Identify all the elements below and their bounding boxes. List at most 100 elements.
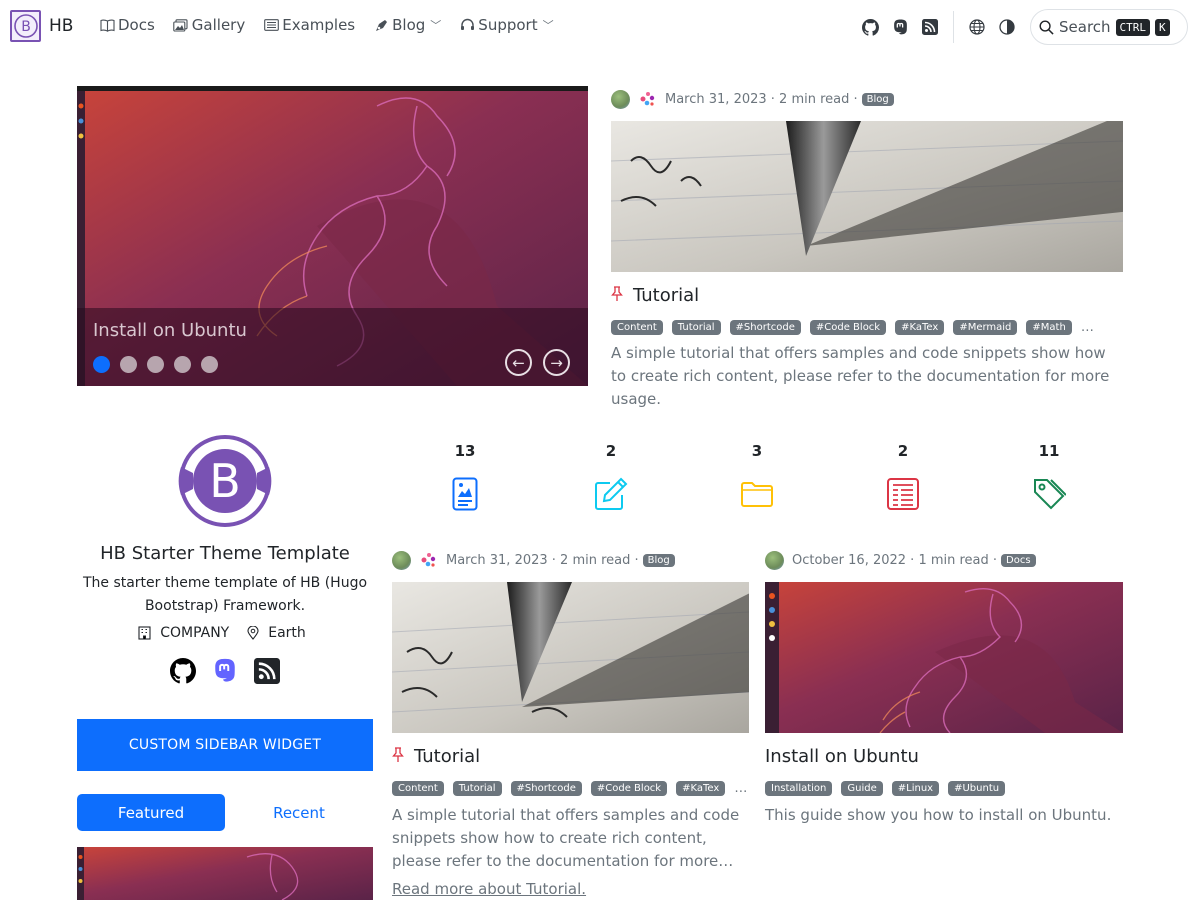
nav-right: Search CTRL K bbox=[855, 0, 1200, 54]
tab-recent[interactable]: Recent bbox=[225, 794, 373, 831]
carousel-slide-title: Install on Ubuntu bbox=[93, 320, 247, 341]
search-button[interactable]: Search CTRL K bbox=[1030, 9, 1188, 45]
svg-text:B: B bbox=[21, 19, 31, 35]
author-logo-icon bbox=[419, 551, 438, 570]
tag[interactable]: #Mermaid bbox=[953, 320, 1018, 335]
globe-icon[interactable] bbox=[962, 12, 992, 42]
tag[interactable]: #Ubuntu bbox=[948, 781, 1006, 796]
tag[interactable]: #Code Block bbox=[809, 320, 887, 335]
support-icon bbox=[459, 17, 475, 33]
stat-series[interactable]: 2 bbox=[873, 442, 933, 512]
carousel-next-button[interactable]: → bbox=[543, 349, 570, 376]
category-badge[interactable]: Blog bbox=[642, 554, 675, 567]
nav-docs[interactable]: Docs bbox=[99, 16, 155, 34]
post-date: October 16, 2022 · 1 min read · bbox=[792, 553, 998, 568]
featured-post-title[interactable]: Tutorial bbox=[611, 285, 699, 306]
post-title[interactable]: Install on Ubuntu bbox=[765, 746, 919, 767]
tag[interactable]: #KaTex bbox=[676, 781, 726, 796]
rss-icon[interactable] bbox=[253, 657, 281, 685]
images-icon bbox=[173, 17, 189, 33]
carousel-indicators bbox=[93, 356, 228, 373]
brand-logo-icon: B bbox=[10, 10, 41, 42]
tag[interactable]: Content bbox=[611, 320, 663, 335]
tag[interactable]: #Math bbox=[1026, 320, 1072, 335]
tag[interactable]: #Shortcode bbox=[729, 320, 801, 335]
theme-toggle-icon[interactable] bbox=[992, 12, 1022, 42]
sidebar-post-image[interactable] bbox=[77, 847, 373, 900]
carousel-indicator[interactable] bbox=[147, 356, 164, 373]
carousel-indicator[interactable] bbox=[201, 356, 218, 373]
nav-gallery-label: Gallery bbox=[191, 16, 246, 34]
posts-icon bbox=[447, 476, 483, 512]
mastodon-icon[interactable] bbox=[211, 657, 239, 685]
search-icon bbox=[1039, 20, 1054, 35]
ubuntu-wallpaper-image bbox=[77, 847, 373, 900]
sidebar-tabs: Featured Recent bbox=[77, 794, 373, 831]
tag[interactable]: #Code Block bbox=[590, 781, 668, 796]
profile-name: HB Starter Theme Template bbox=[100, 543, 350, 564]
nav-gallery[interactable]: Gallery bbox=[173, 16, 245, 34]
carousel-indicator[interactable] bbox=[120, 356, 137, 373]
nav-support[interactable]: Support ﹀ bbox=[459, 16, 554, 34]
nav-examples[interactable]: Examples bbox=[263, 16, 355, 34]
profile-location: Earth bbox=[247, 625, 312, 641]
profile-logo-icon: B bbox=[177, 433, 273, 529]
tag[interactable]: #KaTex bbox=[895, 320, 945, 335]
stat-count: 2 bbox=[897, 442, 909, 460]
stat-count: 2 bbox=[605, 442, 617, 460]
tag[interactable]: #Linux bbox=[891, 781, 940, 796]
pin-icon bbox=[611, 285, 623, 306]
top-navbar: B HB Docs Gallery Examples Blog ﹀ Suppor… bbox=[0, 0, 1200, 54]
shortcut-key: K bbox=[1155, 18, 1170, 36]
profile-info: COMPANY Earth bbox=[77, 625, 373, 641]
post-image[interactable] bbox=[765, 582, 1123, 733]
building-icon bbox=[138, 626, 151, 640]
tag[interactable]: Content bbox=[392, 781, 444, 796]
post-summary: This guide show you how to install on Ub… bbox=[765, 806, 1112, 824]
category-badge[interactable]: Docs bbox=[1001, 554, 1036, 567]
more-tags: … bbox=[1080, 320, 1094, 335]
post-date: March 31, 2023 · 2 min read · bbox=[665, 92, 858, 107]
tab-featured[interactable]: Featured bbox=[77, 794, 225, 831]
stat-count: 3 bbox=[751, 442, 763, 460]
carousel-indicator[interactable] bbox=[174, 356, 191, 373]
stat-posts[interactable]: 13 bbox=[435, 442, 495, 512]
post-summary-line: snippets show how to create rich content… bbox=[392, 829, 707, 847]
nav-divider bbox=[953, 11, 954, 43]
post-title[interactable]: Tutorial bbox=[392, 746, 480, 767]
carousel-indicator[interactable] bbox=[93, 356, 110, 373]
nav-blog[interactable]: Blog ﹀ bbox=[373, 16, 441, 34]
brand[interactable]: B HB bbox=[10, 10, 73, 42]
github-icon[interactable] bbox=[855, 12, 885, 42]
hero-carousel[interactable]: Install on Ubuntu ← → bbox=[77, 86, 588, 386]
featured-post-tags: Content Tutorial #Shortcode #Code Block … bbox=[611, 320, 1094, 335]
post-tags: Installation Guide #Linux #Ubuntu bbox=[765, 781, 1014, 796]
more-tags: … bbox=[734, 781, 748, 796]
pencil-square-icon bbox=[593, 476, 629, 512]
author-avatar bbox=[392, 551, 411, 570]
pen-nib-image bbox=[611, 121, 1123, 272]
post-date: March 31, 2023 · 2 min read · bbox=[446, 553, 639, 568]
tag[interactable]: Tutorial bbox=[452, 781, 502, 796]
stat-categories[interactable]: 3 bbox=[727, 442, 787, 512]
tag[interactable]: #Shortcode bbox=[510, 781, 582, 796]
stat-drafts[interactable]: 2 bbox=[581, 442, 641, 512]
stat-tags[interactable]: 11 bbox=[1019, 442, 1079, 512]
read-more-link[interactable]: Read more about Tutorial. bbox=[392, 880, 586, 898]
github-icon[interactable] bbox=[169, 657, 197, 685]
carousel-prev-button[interactable]: ← bbox=[505, 349, 532, 376]
tag[interactable]: Tutorial bbox=[671, 320, 721, 335]
list-icon bbox=[263, 17, 279, 33]
post-image[interactable] bbox=[392, 582, 749, 733]
rss-icon[interactable] bbox=[915, 12, 945, 42]
category-badge[interactable]: Blog bbox=[861, 93, 894, 106]
post-title-text: Tutorial bbox=[414, 746, 481, 767]
tag[interactable]: Installation bbox=[765, 781, 833, 796]
tag[interactable]: Guide bbox=[841, 781, 883, 796]
svg-text:B: B bbox=[209, 454, 241, 508]
featured-post-image[interactable] bbox=[611, 121, 1123, 272]
mastodon-icon[interactable] bbox=[885, 12, 915, 42]
author-logo-icon bbox=[638, 90, 657, 109]
custom-sidebar-widget[interactable]: CUSTOM SIDEBAR WIDGET bbox=[77, 719, 373, 771]
post-title-text: Install on Ubuntu bbox=[765, 746, 919, 767]
